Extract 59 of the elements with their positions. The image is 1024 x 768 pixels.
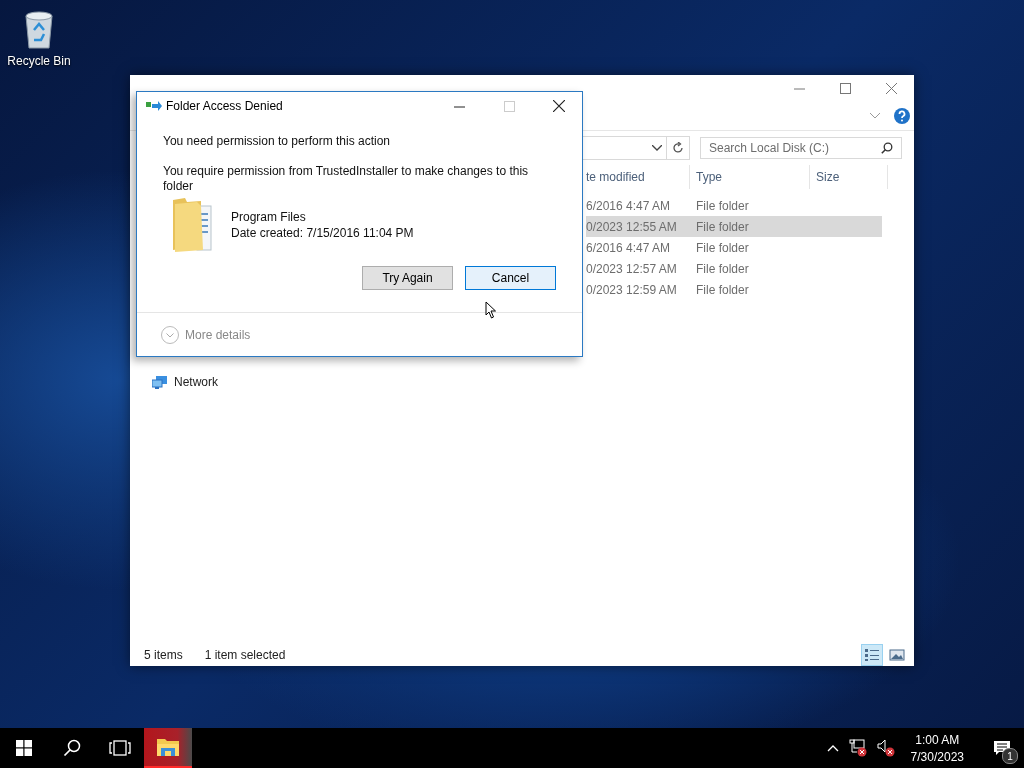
details-list-icon [864, 648, 880, 662]
chevron-down-icon [161, 325, 179, 344]
refresh-icon [672, 142, 684, 154]
action-center-button[interactable]: 1 [980, 728, 1024, 768]
search-icon [63, 739, 81, 757]
network-icon [152, 375, 168, 389]
maximize-icon [503, 100, 515, 112]
volume-muted-icon[interactable] [876, 739, 895, 757]
search-field[interactable]: Search Local Disk (C:) [700, 137, 902, 159]
column-header[interactable]: Type [690, 165, 810, 189]
file-row[interactable]: 0/2023 12:55 AM File folder [586, 216, 882, 237]
details-view-button[interactable] [861, 644, 883, 666]
file-name: Program Files [231, 210, 307, 224]
date-cell-text: 0/2023 12:55 AM [586, 219, 678, 234]
file-row[interactable]: 6/2016 4:47 AM File folder [586, 237, 882, 258]
date-cell-text: 6/2016 4:47 AM [586, 240, 672, 255]
selection-count: 1 item selected [204, 648, 286, 662]
file-explorer-taskbar-button[interactable] [144, 728, 192, 768]
file-row[interactable]: 6/2016 4:47 AM File folder [586, 195, 882, 216]
item-count: 5 items [144, 648, 183, 662]
refresh-button[interactable] [667, 136, 690, 160]
task-view-icon [109, 740, 131, 756]
help-icon[interactable] [894, 108, 910, 124]
image-icon [889, 648, 905, 662]
close-icon [885, 83, 897, 94]
network-disconnected-icon[interactable] [848, 739, 867, 757]
cancel-button[interactable]: Cancel [465, 266, 556, 290]
type-cell-text: File folder [695, 240, 750, 255]
show-hidden-icons-button[interactable] [826, 744, 839, 752]
dialog-title: Folder Access Denied [166, 99, 284, 113]
maximize-icon [839, 83, 851, 94]
search-icon [881, 142, 893, 154]
move-folder-icon [146, 100, 162, 112]
windows-logo-icon [16, 740, 32, 756]
type-cell-text: File folder [695, 261, 750, 276]
more-details-button[interactable]: More details [161, 325, 251, 344]
date-cell-text: 0/2023 12:57 AM [586, 261, 678, 276]
expand-ribbon-icon[interactable] [870, 113, 880, 119]
nav-item[interactable]: Network [152, 371, 286, 393]
dropdown-icon[interactable] [652, 145, 662, 151]
file-row[interactable]: 0/2023 12:59 AM File folder [586, 279, 882, 300]
date-cell-text: 6/2016 4:47 AM [586, 198, 672, 213]
dialog-message: You require permission from TrustedInstaller to make changes to this folder [163, 164, 530, 194]
column-header[interactable]: Size [810, 165, 888, 189]
date-cell-text: 0/2023 12:59 AM [586, 282, 678, 297]
folder-icon [156, 737, 180, 757]
try-again-button[interactable]: Try Again [362, 266, 453, 290]
type-cell-text: File folder [695, 219, 750, 234]
close-icon [553, 100, 565, 112]
file-row[interactable]: 0/2023 12:57 AM File folder [586, 258, 882, 279]
type-cell-text: File folder [695, 282, 750, 297]
notification-count-badge: 1 [1002, 748, 1018, 764]
type-cell-text: File folder [695, 198, 750, 213]
file-date-created: Date created: 7/15/2016 11:04 PM [231, 226, 414, 240]
desktop-icon-label[interactable]: Recycle Bin [7, 54, 71, 68]
clock[interactable]: 1:00 AM 7/30/2023 [904, 732, 970, 764]
dialog-heading: You need permission to perform this action [163, 134, 391, 148]
mouse-pointer-icon [485, 301, 497, 319]
column-header[interactable]: te modified [586, 165, 690, 189]
